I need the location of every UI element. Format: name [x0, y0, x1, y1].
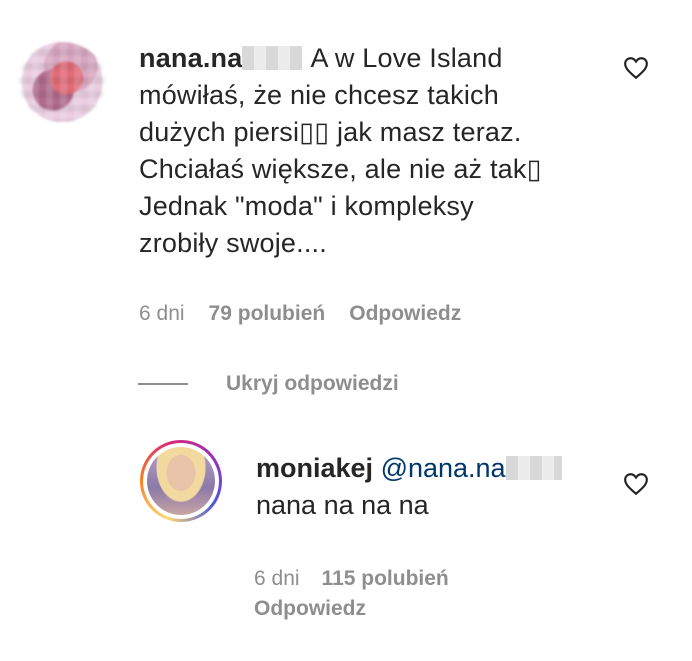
comment-username[interactable]: nana.na: [139, 43, 242, 73]
reply-reply-button[interactable]: Odpowiedz: [254, 594, 554, 624]
comment-text-line-3: dużych piersi▯▯ jak masz teraz.: [139, 117, 522, 147]
reply-body: moniakej @nana.na nana na na na: [256, 450, 676, 524]
reply-comment: moniakej @nana.na nana na na na 6 dni 11…: [140, 440, 680, 640]
heart-outline-icon[interactable]: [623, 56, 649, 80]
reply-username[interactable]: moniakej: [256, 453, 373, 483]
reply-meta: 6 dni 115 polubień Odpowiedz: [254, 564, 554, 624]
reply-time[interactable]: 6 dni: [254, 564, 300, 594]
redacted-username-part: [242, 46, 303, 70]
comment-text-line-2: mówiłaś, że nie chcesz takich: [139, 80, 499, 110]
comment-text-line-5: Jednak "moda" i kompleksy: [139, 191, 474, 221]
reply-text: nana na na na: [256, 490, 429, 520]
comment-text-line-6: zrobiły swoje....: [139, 228, 327, 258]
comment-body: nana.na A w Love Island mówiłaś, że nie c…: [139, 40, 599, 262]
reply-mention[interactable]: @nana.na: [381, 453, 506, 483]
comment-likes[interactable]: 79 polubień: [209, 302, 326, 326]
comment-time[interactable]: 6 dni: [139, 302, 185, 326]
comment: nana.na A w Love Island mówiłaś, że nie c…: [18, 28, 678, 328]
hide-replies-toggle[interactable]: Ukryj odpowiedzi: [138, 372, 399, 396]
redacted-mention-part: [505, 456, 562, 480]
comment-meta: 6 dni 79 polubień Odpowiedz: [139, 302, 461, 326]
comment-reply-button[interactable]: Odpowiedz: [349, 302, 461, 326]
reply-avatar[interactable]: [140, 440, 222, 522]
heart-outline-icon[interactable]: [623, 472, 649, 496]
toggle-divider-line: [138, 383, 188, 385]
comment-text-line-1: A w Love Island: [310, 43, 503, 73]
comment-avatar[interactable]: [18, 42, 106, 122]
comment-text-line-4: Chciałaś większe, ale nie aż tak▯: [139, 154, 542, 184]
hide-replies-label: Ukryj odpowiedzi: [226, 372, 399, 395]
reply-likes[interactable]: 115 polubień: [322, 564, 449, 594]
